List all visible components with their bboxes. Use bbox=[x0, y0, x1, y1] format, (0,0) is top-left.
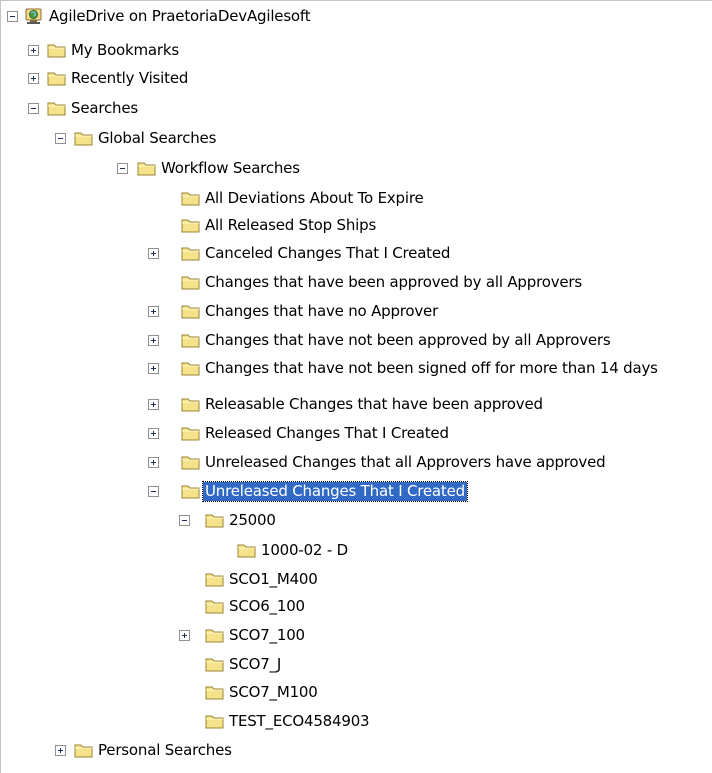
folder-icon bbox=[181, 219, 200, 233]
folder-icon bbox=[47, 72, 66, 86]
tree-node-label: TEST_ECO4584903 bbox=[229, 712, 370, 730]
folder-icon bbox=[205, 600, 224, 614]
folder-icon bbox=[205, 658, 224, 672]
folder-icon bbox=[205, 514, 224, 528]
tree-node-workflow-searches[interactable]: Workflow Searches bbox=[1, 157, 712, 181]
expand-toggle-icon[interactable] bbox=[148, 428, 159, 439]
tree-node-root[interactable]: AgileDrive on PraetoriaDevAgilesoft bbox=[1, 5, 712, 29]
tree-node-search[interactable]: Changes that have not been signed off fo… bbox=[1, 357, 712, 381]
folder-icon bbox=[181, 456, 200, 470]
collapse-toggle-icon[interactable] bbox=[55, 133, 66, 144]
navigator-tree[interactable]: AgileDrive on PraetoriaDevAgilesoft My B… bbox=[0, 0, 712, 773]
folder-icon bbox=[205, 629, 224, 643]
collapse-toggle-icon[interactable] bbox=[28, 103, 39, 114]
tree-node-label: Changes that have not been signed off fo… bbox=[205, 359, 658, 377]
tree-node-label: Canceled Changes That I Created bbox=[205, 244, 451, 262]
folder-icon bbox=[181, 362, 200, 376]
tree-node-label: Changes that have not been approved by a… bbox=[205, 331, 611, 349]
tree-node-my-bookmarks[interactable]: My Bookmarks bbox=[1, 39, 712, 63]
folder-icon bbox=[181, 305, 200, 319]
expand-toggle-icon[interactable] bbox=[28, 73, 39, 84]
tree-node-result[interactable]: 1000-02 - D bbox=[1, 539, 712, 563]
tree-node-label: SCO7_100 bbox=[229, 626, 305, 644]
folder-icon bbox=[181, 398, 200, 412]
expand-toggle-icon[interactable] bbox=[55, 745, 66, 756]
tree-node-label: Releasable Changes that have been approv… bbox=[205, 395, 543, 413]
tree-node-label: Global Searches bbox=[98, 129, 217, 147]
tree-node-label: AgileDrive on PraetoriaDevAgilesoft bbox=[49, 7, 311, 25]
folder-icon bbox=[181, 247, 200, 261]
tree-node-label: 25000 bbox=[229, 511, 276, 529]
tree-node-label: Changes that have no Approver bbox=[205, 302, 439, 320]
tree-node-label: 1000-02 - D bbox=[261, 541, 348, 559]
tree-node-global-searches[interactable]: Global Searches bbox=[1, 127, 712, 151]
tree-node-label: All Released Stop Ships bbox=[205, 216, 377, 234]
tree-node-recently-visited[interactable]: Recently Visited bbox=[1, 67, 712, 91]
tree-node-label: My Bookmarks bbox=[71, 41, 179, 59]
folder-icon bbox=[205, 686, 224, 700]
expand-toggle-icon[interactable] bbox=[148, 248, 159, 259]
tree-node-result[interactable]: SCO6_100 bbox=[1, 595, 712, 619]
tree-node-result[interactable]: SCO7_J bbox=[1, 653, 712, 677]
collapse-toggle-icon[interactable] bbox=[148, 486, 159, 497]
tree-node-label: SCO6_100 bbox=[229, 597, 305, 615]
tree-node-label: SCO7_M100 bbox=[229, 683, 318, 701]
tree-node-label: Searches bbox=[71, 99, 138, 117]
tree-node-label: Released Changes That I Created bbox=[205, 424, 449, 442]
folder-icon bbox=[47, 44, 66, 58]
tree-node-label: Recently Visited bbox=[71, 69, 189, 87]
folder-icon bbox=[74, 132, 93, 146]
tree-node-result[interactable]: TEST_ECO4584903 bbox=[1, 710, 712, 734]
folder-icon bbox=[47, 102, 66, 116]
tree-node-label: SCO7_J bbox=[229, 655, 282, 673]
expand-toggle-icon[interactable] bbox=[148, 363, 159, 374]
tree-node-personal-searches[interactable]: Personal Searches bbox=[1, 739, 712, 763]
tree-node-label: Personal Searches bbox=[98, 741, 232, 759]
folder-icon bbox=[181, 276, 200, 290]
folder-icon bbox=[205, 715, 224, 729]
tree-node-result[interactable]: 25000 bbox=[1, 509, 712, 533]
tree-node-search[interactable]: Unreleased Changes that all Approvers ha… bbox=[1, 451, 712, 475]
folder-icon bbox=[205, 573, 224, 587]
expand-toggle-icon[interactable] bbox=[28, 45, 39, 56]
tree-node-label: SCO1_M400 bbox=[229, 570, 318, 588]
tree-node-label: Unreleased Changes that all Approvers ha… bbox=[205, 453, 606, 471]
folder-icon bbox=[181, 334, 200, 348]
folder-icon bbox=[237, 544, 256, 558]
tree-node-search[interactable]: Releasable Changes that have been approv… bbox=[1, 393, 712, 417]
tree-node-result[interactable]: SCO1_M400 bbox=[1, 568, 712, 592]
collapse-toggle-icon[interactable] bbox=[179, 515, 190, 526]
tree-node-searches[interactable]: Searches bbox=[1, 97, 712, 121]
tree-node-result[interactable]: SCO7_M100 bbox=[1, 681, 712, 705]
folder-icon bbox=[181, 485, 200, 499]
tree-node-search[interactable]: All Released Stop Ships bbox=[1, 214, 712, 238]
tree-node-label: Unreleased Changes That I Created bbox=[202, 481, 468, 502]
tree-node-search[interactable]: Canceled Changes That I Created bbox=[1, 242, 712, 266]
tree-node-search[interactable]: Changes that have not been approved by a… bbox=[1, 329, 712, 353]
expand-toggle-icon[interactable] bbox=[179, 630, 190, 641]
tree-node-result[interactable]: SCO7_100 bbox=[1, 624, 712, 648]
expand-toggle-icon[interactable] bbox=[148, 457, 159, 468]
collapse-toggle-icon[interactable] bbox=[117, 163, 128, 174]
collapse-toggle-icon[interactable] bbox=[7, 11, 18, 22]
tree-node-search[interactable]: Changes that have no Approver bbox=[1, 300, 712, 324]
tree-node-search[interactable]: Changes that have been approved by all A… bbox=[1, 271, 712, 295]
tree-node-search[interactable]: All Deviations About To Expire bbox=[1, 187, 712, 211]
expand-toggle-icon[interactable] bbox=[148, 335, 159, 346]
folder-icon bbox=[74, 744, 93, 758]
folder-icon bbox=[181, 427, 200, 441]
tree-node-label: Changes that have been approved by all A… bbox=[205, 273, 582, 291]
tree-node-label: Workflow Searches bbox=[161, 159, 300, 177]
folder-icon bbox=[137, 162, 156, 176]
folder-icon bbox=[181, 192, 200, 206]
tree-node-search[interactable]: Released Changes That I Created bbox=[1, 422, 712, 446]
expand-toggle-icon[interactable] bbox=[148, 306, 159, 317]
tree-node-label: All Deviations About To Expire bbox=[205, 189, 424, 207]
server-globe-icon bbox=[25, 8, 42, 24]
expand-toggle-icon[interactable] bbox=[148, 399, 159, 410]
tree-node-selected[interactable]: Unreleased Changes That I Created bbox=[1, 480, 712, 504]
